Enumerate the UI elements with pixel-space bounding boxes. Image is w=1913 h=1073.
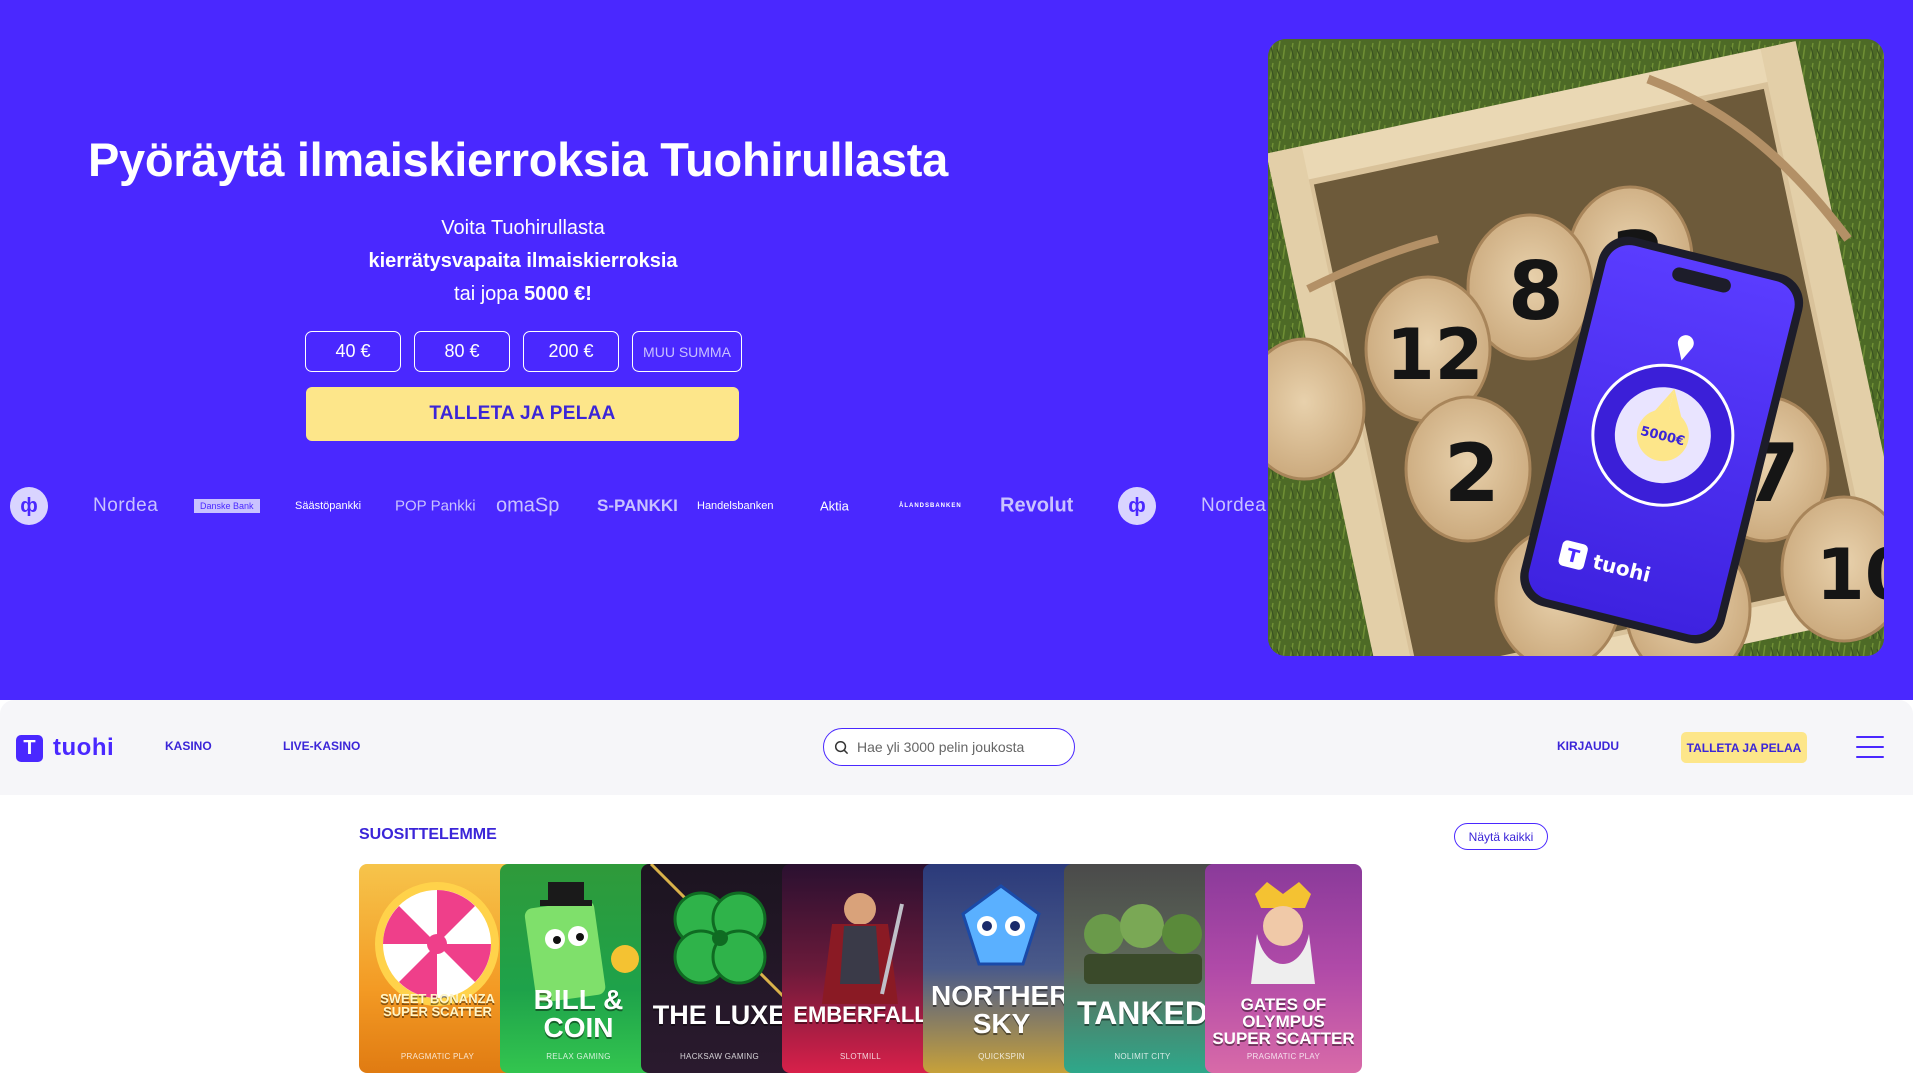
svg-text:10: 10	[1816, 534, 1884, 616]
hero-subtitle-prefix: tai jopa	[454, 283, 519, 305]
amount-40-button[interactable]: 40 €	[305, 331, 401, 372]
bank-saastopankki: Säästöpankki	[295, 500, 362, 512]
hamburger-menu-icon[interactable]	[1856, 736, 1884, 758]
hero-subtitle-line1: Voita Tuohirullasta	[441, 217, 605, 239]
nav-deposit-and-play-button[interactable]: TALLETA JA PELAA	[1681, 732, 1807, 763]
bank-revolut: Revolut	[1000, 494, 1074, 517]
zombies-icon	[1084, 904, 1202, 984]
bank-nordea-repeat: Nordea	[1201, 495, 1267, 516]
bank-nordea: Nordea	[93, 495, 159, 516]
recommended-section-title: SUOSITTELEMME	[359, 826, 497, 843]
game-tile[interactable]: NORTHERN SKY QUICKSPIN	[923, 864, 1080, 1073]
recommended-games-row: SWEET BONANZA SUPER SCATTER PRAGMATIC PL…	[359, 864, 1549, 1073]
bank-alandsbanken: ÅLANDSBANKEN	[899, 503, 962, 509]
game-provider: QUICKSPIN	[978, 1052, 1025, 1061]
game-title: SWEET BONANZA SUPER SCATTER	[380, 991, 495, 1019]
hero-jackpot-amount: 5000 €!	[524, 283, 592, 305]
carousel-fade	[1509, 864, 1549, 1073]
search-icon	[834, 740, 849, 754]
top-navigation: T tuohi KASINO LIVE-KASINO KIRJAUDU TALL…	[0, 700, 1913, 795]
amount-200-button[interactable]: 200 €	[523, 331, 619, 372]
game-provider: RELAX GAMING	[546, 1052, 611, 1061]
logo-mark-icon: T	[16, 734, 43, 762]
game-provider: HACKSAW GAMING	[679, 1052, 760, 1061]
svg-text:8: 8	[1508, 245, 1564, 338]
amount-other-button[interactable]: MUU SUMMA	[632, 331, 742, 372]
hero-subtitle: Voita Tuohirullasta kierrätysvapaita ilm…	[305, 212, 741, 311]
amount-80-button[interactable]: 80 €	[414, 331, 510, 372]
tuohi-logo[interactable]: T tuohi	[16, 734, 114, 762]
game-title: THE LUXE	[652, 1000, 787, 1030]
show-all-button[interactable]: Näytä kaikki	[1454, 823, 1548, 850]
deposit-amount-options: 40 € 80 € 200 € MUU SUMMA	[305, 331, 742, 372]
nav-link-live-kasino[interactable]: LIVE-KASINO	[283, 739, 360, 753]
bank-spankki: S-PANKKI	[597, 496, 678, 515]
nav-link-kasino[interactable]: KASINO	[165, 739, 212, 753]
game-title: NORTHERN SKY	[931, 980, 1080, 1039]
op-logo-repeat: ф	[1118, 487, 1156, 525]
deposit-and-play-button[interactable]: TALLETA JA PELAA	[306, 387, 739, 441]
op-logo: ф	[10, 487, 48, 525]
logo-text: tuohi	[53, 734, 115, 761]
game-tile[interactable]: SWEET BONANZA SUPER SCATTER PRAGMATIC PL…	[359, 864, 516, 1073]
warrior-icon	[822, 893, 904, 1004]
game-title: GATES OF OLYMPUS SUPER SCATTER	[1212, 995, 1355, 1048]
game-title: BILL & COIN	[533, 984, 624, 1043]
game-provider: PRAGMATIC PLAY	[400, 1052, 475, 1061]
owl-gem-icon	[961, 884, 1041, 966]
bank-poppankki: POP Pankki	[395, 497, 476, 515]
candy-icon	[375, 882, 499, 1006]
bank-handelsbanken: Handelsbanken	[697, 500, 774, 512]
game-tile[interactable]: BILL & COIN RELAX GAMING	[500, 864, 657, 1073]
search-input[interactable]	[857, 739, 1057, 755]
hero-subtitle-line3: tai jopa 5000 €!	[305, 278, 741, 311]
game-provider: NOLIMIT CITY	[1114, 1052, 1171, 1061]
bank-logos-strip: ф Nordea Danske Bank Säästöpankki POP Pa…	[0, 484, 1270, 528]
game-tile[interactable]: GATES OF OLYMPUS SUPER SCATTER PRAGMATIC…	[1205, 864, 1362, 1073]
game-provider: SLOTMILL	[839, 1052, 882, 1061]
hero-title: Pyöräytä ilmaiskierroksia Tuohirullasta	[88, 133, 948, 186]
game-title: TANKED	[1077, 995, 1208, 1031]
hero-subtitle-line2: kierrätysvapaita ilmaiskierroksia	[368, 250, 678, 272]
bank-omasp: omaSp	[496, 494, 560, 517]
svg-text:12: 12	[1386, 314, 1483, 396]
game-title: EMBERFALL	[793, 1002, 928, 1027]
game-tile[interactable]: THE LUXE HACKSAW GAMING	[641, 864, 798, 1073]
hero-image-molkky-phone: 3 8 12 2 7 10 5	[1268, 39, 1884, 656]
game-tile[interactable]: EMBERFALL SLOTMILL	[782, 864, 939, 1073]
search-box[interactable]	[823, 728, 1075, 766]
clover-icon	[649, 864, 793, 1006]
svg-text:2: 2	[1444, 427, 1500, 520]
bank-aktia: Aktia	[820, 498, 849, 514]
bank-danske: Danske Bank	[194, 499, 260, 513]
hero-banner: Pyöräytä ilmaiskierroksia Tuohirullasta …	[0, 0, 1913, 700]
game-provider: PRAGMATIC PLAY	[1246, 1052, 1321, 1061]
login-link[interactable]: KIRJAUDU	[1557, 739, 1619, 753]
game-tile[interactable]: TANKED NOLIMIT CITY	[1064, 864, 1221, 1073]
